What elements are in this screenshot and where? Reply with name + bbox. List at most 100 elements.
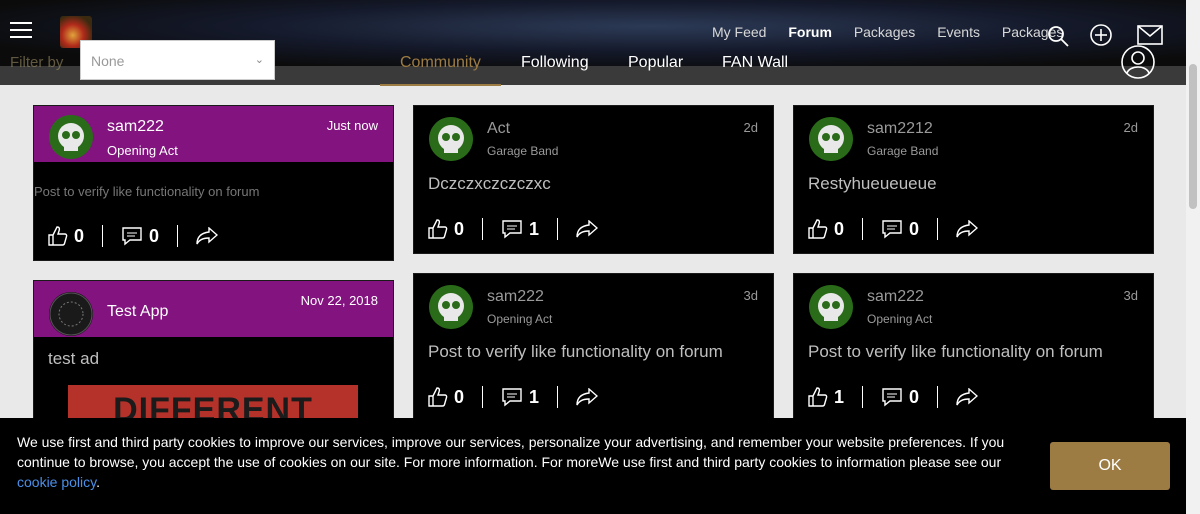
top-nav: My Feed Forum Packages Events Packages xyxy=(712,24,1081,40)
post-text: Post to verify like functionality on for… xyxy=(428,342,723,361)
share-button[interactable] xyxy=(576,388,599,406)
author-name[interactable]: Test App xyxy=(107,303,168,321)
comment-count: 0 xyxy=(149,225,160,246)
comment-button[interactable]: 1 xyxy=(501,219,539,240)
post-actions: 0 1 xyxy=(428,216,599,242)
nav-packages[interactable]: Packages xyxy=(854,24,915,40)
like-button[interactable]: 0 xyxy=(428,387,464,408)
post-text: Post to verify like functionality on for… xyxy=(808,342,1103,361)
skull-icon xyxy=(429,117,473,161)
comment-count: 1 xyxy=(529,386,540,407)
search-icon[interactable] xyxy=(1046,24,1070,48)
post-card[interactable]: sam222 Opening Act Just now Post to veri… xyxy=(33,105,394,261)
share-button[interactable] xyxy=(196,227,219,245)
like-button[interactable]: 0 xyxy=(48,226,84,247)
cookie-message: We use first and third party cookies to … xyxy=(17,434,1005,470)
tab-community[interactable]: Community xyxy=(400,54,481,72)
user-icon[interactable] xyxy=(1120,44,1156,80)
author-role: Garage Band xyxy=(867,144,939,158)
like-button[interactable]: 0 xyxy=(428,219,464,240)
post-text: Dczczxczczczxc xyxy=(428,174,551,193)
cookie-policy-link[interactable]: cookie policy xyxy=(17,474,96,490)
skull-icon xyxy=(809,117,853,161)
avatar xyxy=(429,117,473,161)
filter-label: Filter by xyxy=(10,54,64,71)
post-actions: 0 1 xyxy=(428,384,599,410)
share-button[interactable] xyxy=(576,220,599,238)
thumbs-up-icon xyxy=(428,219,448,239)
avatar xyxy=(809,285,853,329)
thumbs-up-icon xyxy=(428,387,448,407)
avatar xyxy=(49,115,93,159)
author-name[interactable]: sam222 xyxy=(867,288,924,306)
menu-icon[interactable] xyxy=(10,22,32,40)
author-role: Opening Act xyxy=(487,312,553,326)
post-time: Nov 22, 2018 xyxy=(300,293,378,308)
avatar xyxy=(429,285,473,329)
scrollbar-thumb[interactable] xyxy=(1189,64,1197,209)
avatar xyxy=(49,292,93,336)
thumbs-up-icon xyxy=(48,226,68,246)
post-card[interactable]: sam222 Opening Act 3d Post to verify lik… xyxy=(793,273,1154,422)
share-icon xyxy=(576,220,599,238)
author-name[interactable]: Act xyxy=(487,120,510,138)
nav-events[interactable]: Events xyxy=(937,24,980,40)
comment-button[interactable]: 1 xyxy=(501,387,539,408)
comment-icon xyxy=(502,220,522,239)
author-name[interactable]: sam2212 xyxy=(867,120,933,138)
nav-my-feed[interactable]: My Feed xyxy=(712,24,766,40)
nav-forum[interactable]: Forum xyxy=(788,24,832,40)
app-header: Filter by None ⌄ My Feed Forum Packages … xyxy=(0,0,1186,85)
thumbs-up-icon xyxy=(808,387,828,407)
cookie-banner: We use first and third party cookies to … xyxy=(0,418,1186,514)
author-role: Garage Band xyxy=(487,144,559,158)
comment-icon xyxy=(502,388,522,407)
plus-circle-icon[interactable] xyxy=(1089,23,1113,47)
post-time: 2d xyxy=(1123,120,1138,135)
share-icon xyxy=(576,388,599,406)
page-scrollbar[interactable] xyxy=(1186,0,1200,514)
tab-following[interactable]: Following xyxy=(521,54,589,72)
comment-button[interactable]: 0 xyxy=(121,226,159,247)
mail-icon[interactable] xyxy=(1137,25,1163,45)
comment-icon xyxy=(122,227,142,246)
post-time: 2d xyxy=(743,120,758,135)
post-time: Just now xyxy=(326,118,378,133)
share-icon xyxy=(956,388,979,406)
thumbs-up-icon xyxy=(808,219,828,239)
post-time: 3d xyxy=(743,288,758,303)
tab-fan-wall[interactable]: FAN Wall xyxy=(722,54,788,72)
post-card[interactable]: Act Garage Band 2d Dczczxczczczxc 0 1 xyxy=(413,105,774,254)
author-name[interactable]: sam222 xyxy=(107,118,164,136)
share-button[interactable] xyxy=(956,388,979,406)
post-card[interactable]: sam222 Opening Act 3d Post to verify lik… xyxy=(413,273,774,422)
post-text: Post to verify like functionality on for… xyxy=(34,184,260,199)
active-tab-indicator xyxy=(380,84,501,86)
cookie-text: We use first and third party cookies to … xyxy=(17,434,1005,490)
comment-button[interactable]: 0 xyxy=(881,387,919,408)
like-count: 0 xyxy=(454,386,465,407)
share-button[interactable] xyxy=(956,220,979,238)
like-button[interactable]: 1 xyxy=(808,387,844,408)
post-text: Restyhueueueue xyxy=(808,174,937,193)
cookie-ok-button[interactable]: OK xyxy=(1050,442,1170,490)
comment-count: 0 xyxy=(909,218,920,239)
ad-card[interactable]: Test App Nov 22, 2018 test ad DIFFERENT xyxy=(33,280,394,432)
tab-popular[interactable]: Popular xyxy=(628,54,683,72)
filter-select[interactable]: None ⌄ xyxy=(80,40,275,80)
author-name[interactable]: sam222 xyxy=(487,288,544,306)
like-count: 1 xyxy=(834,386,845,407)
like-button[interactable]: 0 xyxy=(808,219,844,240)
avatar xyxy=(809,117,853,161)
comment-count: 1 xyxy=(529,218,540,239)
post-card[interactable]: sam2212 Garage Band 2d Restyhueueueue 0 … xyxy=(793,105,1154,254)
like-count: 0 xyxy=(834,218,845,239)
ad-text: test ad xyxy=(48,349,100,368)
post-time: 3d xyxy=(1123,288,1138,303)
post-actions: 1 0 xyxy=(808,384,979,410)
comment-icon xyxy=(882,388,902,407)
skull-icon xyxy=(429,285,473,329)
skull-icon xyxy=(49,115,93,159)
comment-button[interactable]: 0 xyxy=(881,219,919,240)
author-role: Opening Act xyxy=(867,312,933,326)
